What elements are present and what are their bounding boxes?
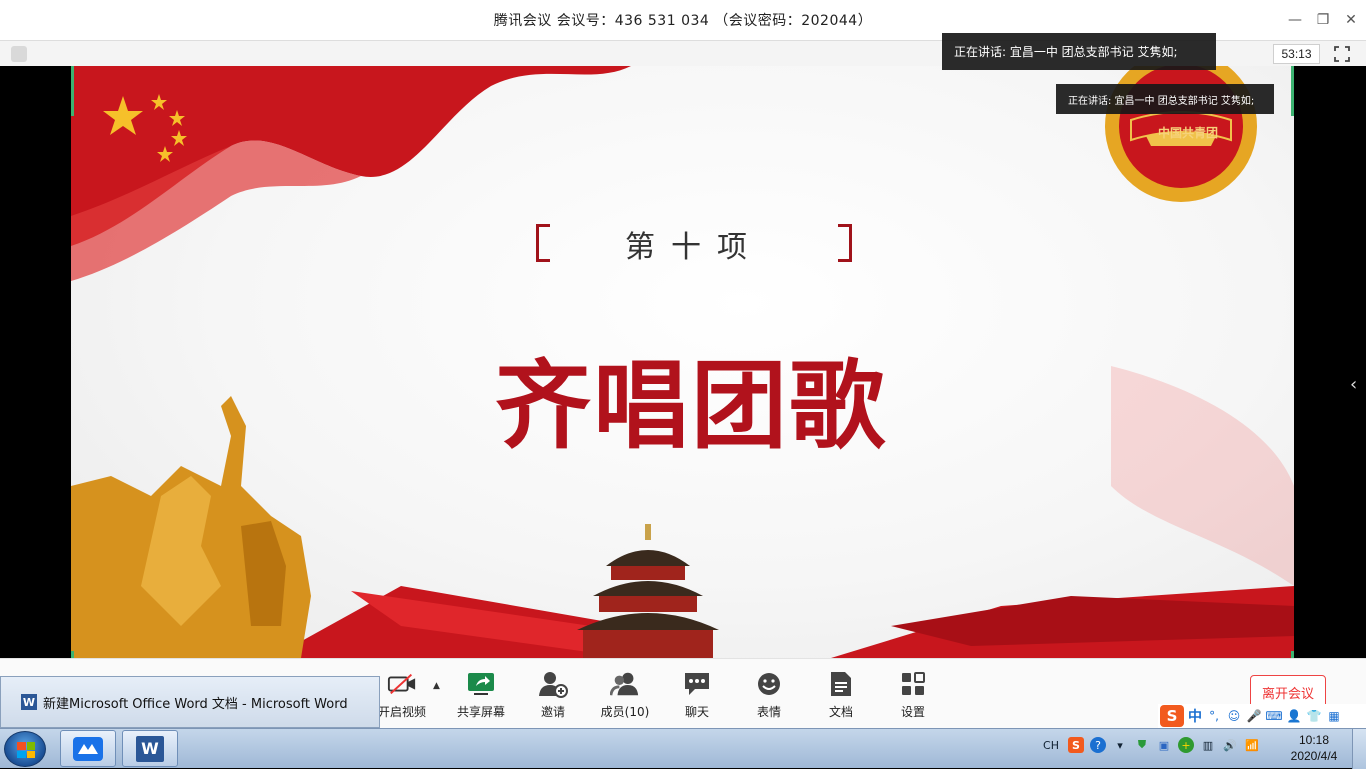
taskbar-tencent-meeting[interactable] (60, 730, 116, 767)
emoji-face-icon[interactable]: ☺ (1226, 708, 1242, 724)
security-tray-icon[interactable]: ⛊ (1134, 737, 1150, 753)
keyboard-icon[interactable]: ⌨ (1265, 708, 1282, 724)
settings-button[interactable]: 设置 (883, 669, 943, 720)
document-icon (826, 669, 856, 699)
word-app-icon: W (136, 735, 164, 762)
badge-text: 中国共青团 (1158, 126, 1219, 140)
documents-button[interactable]: 文档 (811, 669, 871, 720)
show-desktop-button[interactable] (1352, 729, 1366, 769)
expand-panel-arrow-icon[interactable]: ‹ (1350, 374, 1357, 395)
clock-time: 10:18 (1298, 733, 1330, 747)
volume-icon[interactable]: 🔊 (1222, 737, 1238, 753)
help-icon[interactable]: ? (1090, 737, 1106, 753)
start-button[interactable] (4, 731, 46, 767)
slide-title: 齐唱团歌 (495, 350, 887, 462)
sogou-logo-icon[interactable]: S (1160, 705, 1184, 727)
tray-expand-icon[interactable]: ▾ (1112, 737, 1128, 753)
temple-of-heaven-icon (577, 524, 719, 658)
antivirus-tray-icon[interactable]: + (1178, 737, 1194, 753)
ime-mode-toggle[interactable]: 中 (1188, 706, 1202, 726)
skin-icon[interactable]: 👕 (1306, 708, 1322, 724)
add-user-icon (538, 669, 568, 699)
chat-button[interactable]: 聊天 (667, 669, 727, 720)
device-tray-icon[interactable]: ▥ (1200, 737, 1216, 753)
video-button[interactable]: 开启视频 (372, 669, 432, 720)
active-frame-edge (71, 651, 74, 658)
video-off-icon (387, 669, 417, 699)
user-icon[interactable]: 👤 (1286, 708, 1302, 724)
speaking-notice: 正在讲话: 宜昌一中 团总支部书记 艾隽如; (942, 33, 1216, 70)
taskbar-preview-tooltip[interactable]: W 新建Microsoft Office Word 文档 - Microsoft… (0, 676, 380, 728)
tencent-meeting-icon (73, 736, 103, 761)
preview-window-title: 新建Microsoft Office Word 文档 - Microsoft W… (43, 696, 348, 712)
smile-icon (754, 669, 784, 699)
taskbar-clock[interactable]: 10:18 2020/4/4 (1287, 732, 1341, 764)
active-frame-edge (71, 66, 74, 116)
restore-button[interactable]: ❐ (1310, 0, 1336, 40)
video-options-caret-icon[interactable]: ▲ (433, 681, 440, 691)
grid-settings-icon (898, 669, 928, 699)
slide-section-label: 第十项 (536, 224, 852, 265)
shared-screen-stage: 中国共青团 第十项 齐唱团歌 ‹ (0, 66, 1366, 658)
network-share-icon[interactable]: ▣ (1156, 737, 1172, 753)
fullscreen-icon[interactable] (1332, 44, 1352, 64)
ime-toolbar: S 中 °, ☺ 🎤 ⌨ 👤 👕 ▦ (1158, 704, 1366, 728)
emoji-button[interactable]: 表情 (739, 669, 799, 720)
meeting-timer: 53:13 (1273, 44, 1320, 64)
tools-grid-icon[interactable]: ▦ (1326, 708, 1342, 724)
punctuation-icon[interactable]: °, (1206, 708, 1222, 724)
window-title: 腾讯会议 会议号：436 531 034 （会议密码：202044） (493, 13, 873, 29)
soldier-statue-icon (71, 396, 311, 658)
minimize-button[interactable]: — (1282, 0, 1308, 40)
members-icon (610, 669, 640, 699)
taskbar-word[interactable]: W (122, 730, 178, 767)
sogou-tray-icon[interactable]: S (1068, 737, 1084, 753)
close-button[interactable]: ✕ (1338, 0, 1364, 40)
share-screen-button[interactable]: 共享屏幕 (451, 669, 511, 720)
members-button[interactable]: 成员(10) (595, 669, 655, 720)
microphone-icon[interactable]: 🎤 (1246, 708, 1262, 724)
section-number: 第十项 (625, 230, 763, 265)
left-bracket (536, 224, 550, 262)
window-controls: — ❐ ✕ (1282, 0, 1366, 40)
share-screen-icon (466, 669, 496, 699)
windows-logo-icon (17, 742, 35, 758)
word-icon: W (21, 694, 37, 710)
active-frame-edge (1291, 66, 1294, 116)
speaking-notice-secondary: 正在讲话: 宜昌一中 团总支部书记 艾隽如; (1056, 84, 1274, 114)
network-signal-icon[interactable]: 📶 (1244, 737, 1260, 753)
language-indicator[interactable]: CH (1040, 737, 1062, 753)
chat-icon (682, 669, 712, 699)
windows-taskbar: W CH S ? ▾ ⛊ ▣ + ▥ 🔊 📶 10:18 2020/4/4 (0, 728, 1366, 769)
system-tray: CH S ? ▾ ⛊ ▣ + ▥ 🔊 📶 (1040, 737, 1260, 753)
right-bracket (838, 224, 852, 262)
clock-date: 2020/4/4 (1290, 749, 1338, 763)
invite-button[interactable]: 邀请 (523, 669, 583, 720)
presentation-slide: 中国共青团 第十项 齐唱团歌 (71, 66, 1294, 658)
security-shield-icon[interactable] (11, 46, 27, 62)
active-frame-edge (1291, 651, 1294, 658)
